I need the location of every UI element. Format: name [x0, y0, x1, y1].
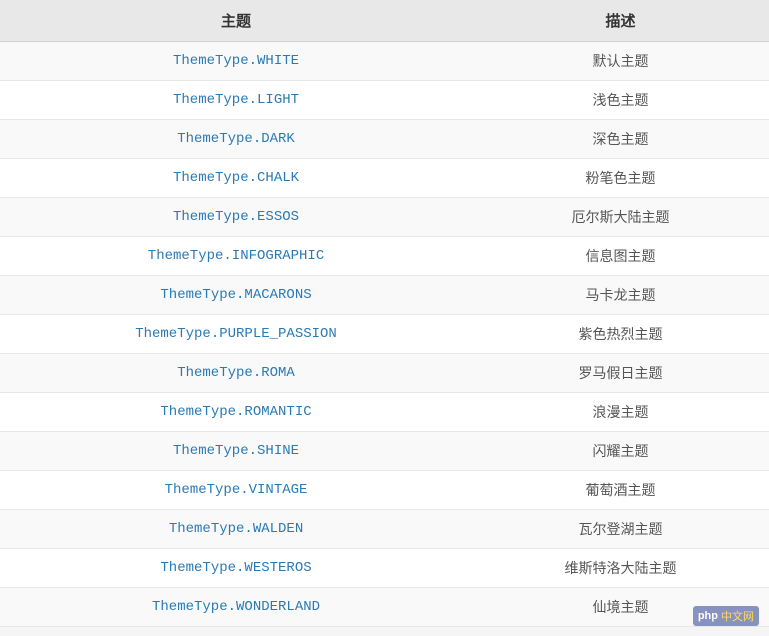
- description-cell: 浅色主题: [472, 81, 769, 120]
- table-row: ThemeType.WALDEN瓦尔登湖主题: [0, 510, 769, 549]
- table-row: ThemeType.SHINE闪耀主题: [0, 432, 769, 471]
- theme-cell: ThemeType.INFOGRAPHIC: [0, 237, 472, 276]
- theme-cell: ThemeType.MACARONS: [0, 276, 472, 315]
- column-header-theme: 主题: [0, 0, 472, 42]
- theme-cell: ThemeType.WONDERLAND: [0, 588, 472, 627]
- description-cell: 瓦尔登湖主题: [472, 510, 769, 549]
- theme-cell: ThemeType.WHITE: [0, 42, 472, 81]
- theme-cell: ThemeType.ROMA: [0, 354, 472, 393]
- description-cell: 浪漫主题: [472, 393, 769, 432]
- table-row: ThemeType.DARK深色主题: [0, 120, 769, 159]
- column-header-description: 描述: [472, 0, 769, 42]
- description-cell: 信息图主题: [472, 237, 769, 276]
- description-cell: 闪耀主题: [472, 432, 769, 471]
- table-row: ThemeType.WHITE默认主题: [0, 42, 769, 81]
- theme-cell: ThemeType.DARK: [0, 120, 472, 159]
- badge-container: php 中文网: [693, 606, 759, 626]
- table-header-row: 主题 描述: [0, 0, 769, 42]
- description-cell: 紫色热烈主题: [472, 315, 769, 354]
- description-cell: 马卡龙主题: [472, 276, 769, 315]
- main-container: 主题 描述 ThemeType.WHITE默认主题ThemeType.LIGHT…: [0, 0, 769, 627]
- theme-cell: ThemeType.WESTEROS: [0, 549, 472, 588]
- cn-text: 中文网: [721, 608, 754, 624]
- theme-cell: ThemeType.ROMANTIC: [0, 393, 472, 432]
- description-cell: 维斯特洛大陆主题: [472, 549, 769, 588]
- theme-cell: ThemeType.CHALK: [0, 159, 472, 198]
- table-row: ThemeType.INFOGRAPHIC信息图主题: [0, 237, 769, 276]
- table-row: ThemeType.ROMANTIC浪漫主题: [0, 393, 769, 432]
- table-row: ThemeType.ESSOS厄尔斯大陆主题: [0, 198, 769, 237]
- description-cell: 默认主题: [472, 42, 769, 81]
- table-row: ThemeType.WESTEROS维斯特洛大陆主题: [0, 549, 769, 588]
- description-cell: 深色主题: [472, 120, 769, 159]
- theme-cell: ThemeType.PURPLE_PASSION: [0, 315, 472, 354]
- theme-table: 主题 描述 ThemeType.WHITE默认主题ThemeType.LIGHT…: [0, 0, 769, 627]
- table-row: ThemeType.LIGHT浅色主题: [0, 81, 769, 120]
- description-cell: 罗马假日主题: [472, 354, 769, 393]
- table-row: ThemeType.CHALK粉笔色主题: [0, 159, 769, 198]
- theme-cell: ThemeType.ESSOS: [0, 198, 472, 237]
- table-row: ThemeType.VINTAGE葡萄酒主题: [0, 471, 769, 510]
- php-text: php: [698, 610, 718, 622]
- description-cell: 粉笔色主题: [472, 159, 769, 198]
- theme-cell: ThemeType.SHINE: [0, 432, 472, 471]
- description-cell: 葡萄酒主题: [472, 471, 769, 510]
- theme-cell: ThemeType.WALDEN: [0, 510, 472, 549]
- table-row: ThemeType.PURPLE_PASSION紫色热烈主题: [0, 315, 769, 354]
- php-badge: php 中文网: [693, 606, 759, 626]
- table-row: ThemeType.ROMA罗马假日主题: [0, 354, 769, 393]
- theme-cell: ThemeType.VINTAGE: [0, 471, 472, 510]
- theme-cell: ThemeType.LIGHT: [0, 81, 472, 120]
- description-cell: 厄尔斯大陆主题: [472, 198, 769, 237]
- table-row: ThemeType.MACARONS马卡龙主题: [0, 276, 769, 315]
- table-row: ThemeType.WONDERLAND仙境主题: [0, 588, 769, 627]
